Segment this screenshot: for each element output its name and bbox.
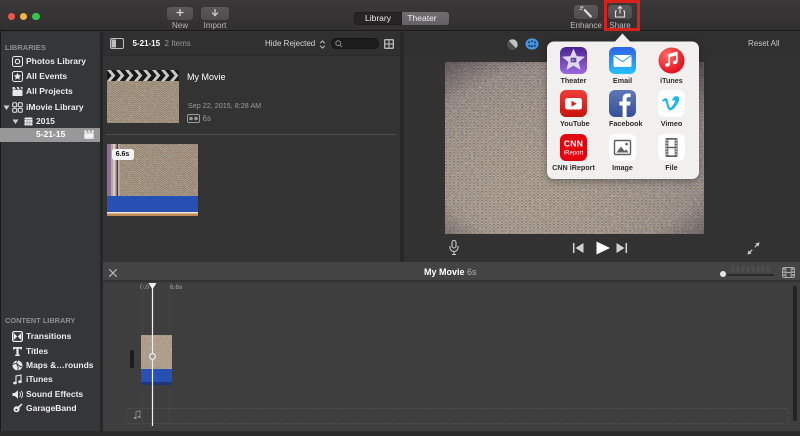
svg-text:iReport: iReport (564, 150, 584, 156)
svg-text:CNN: CNN (564, 138, 583, 148)
